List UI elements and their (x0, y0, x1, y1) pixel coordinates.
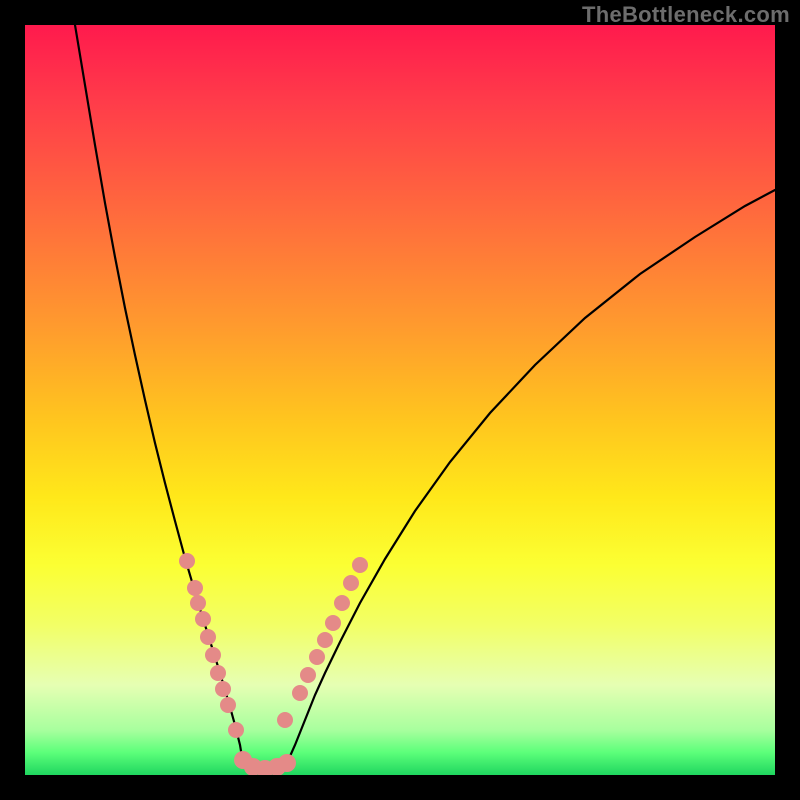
bottleneck-curve (75, 25, 775, 769)
data-marker (317, 632, 333, 648)
data-marker (190, 595, 206, 611)
curve-group (75, 25, 775, 769)
marker-group (179, 553, 368, 775)
plot-svg (25, 25, 775, 775)
data-marker (300, 667, 316, 683)
data-marker (215, 681, 231, 697)
data-marker (205, 647, 221, 663)
data-marker (343, 575, 359, 591)
data-marker (210, 665, 226, 681)
data-marker (195, 611, 211, 627)
data-marker (352, 557, 368, 573)
data-marker (220, 697, 236, 713)
data-marker (277, 712, 293, 728)
data-marker (179, 553, 195, 569)
data-marker (292, 685, 308, 701)
data-marker (187, 580, 203, 596)
data-marker (334, 595, 350, 611)
data-marker (278, 754, 296, 772)
data-marker (228, 722, 244, 738)
data-marker (309, 649, 325, 665)
chart-frame: TheBottleneck.com (0, 0, 800, 800)
data-marker (325, 615, 341, 631)
plot-area (25, 25, 775, 775)
data-marker (200, 629, 216, 645)
